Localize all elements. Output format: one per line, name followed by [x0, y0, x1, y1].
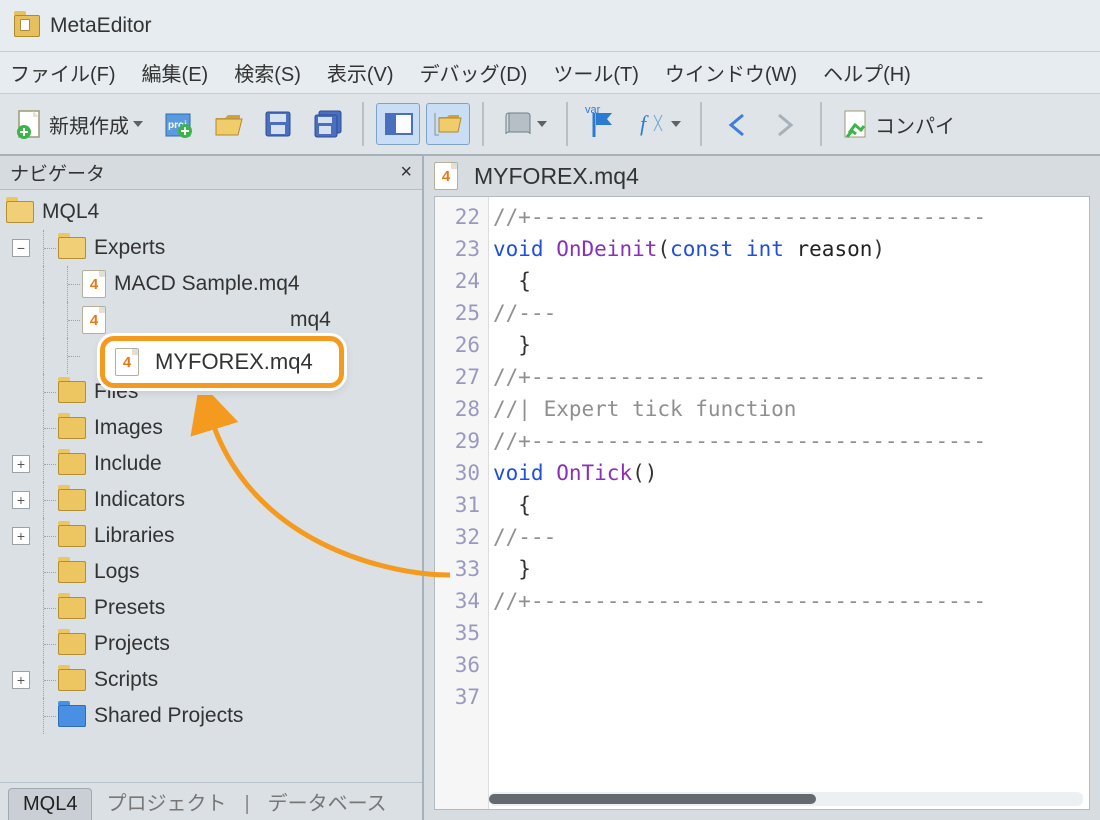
folder-icon [58, 381, 86, 403]
compile-label: コンパイ [875, 110, 955, 139]
folder-icon [58, 633, 86, 655]
toggle-files-button[interactable] [426, 103, 470, 145]
help-book-button[interactable] [496, 103, 554, 145]
collapse-icon[interactable]: − [12, 239, 30, 257]
menu-tools[interactable]: ツール(T) [553, 58, 639, 87]
folder-icon [58, 669, 86, 691]
save-button[interactable] [256, 103, 300, 145]
menubar: ファイル(F) 編集(E) 検索(S) 表示(V) デバッグ(D) ツール(T)… [0, 52, 1100, 94]
tab-mql4[interactable]: MQL4 [8, 788, 92, 820]
tab-database[interactable]: データベース [254, 783, 401, 820]
navigator-bottom-tabs: MQL4 プロジェクト | データベース [0, 782, 422, 820]
mq4-file-icon: 4 [82, 306, 106, 334]
menu-view[interactable]: 表示(V) [327, 58, 394, 87]
tree-folder-indicators[interactable]: + Indicators [6, 482, 418, 518]
code-editor[interactable]: 22232425262728293031323334353637 //+----… [434, 196, 1090, 810]
callout-label: MYFOREX.mq4 [155, 349, 313, 375]
folder-icon [58, 561, 86, 583]
menu-file[interactable]: ファイル(F) [10, 58, 116, 87]
expand-icon[interactable]: + [12, 491, 30, 509]
navigator-close-icon[interactable]: × [400, 161, 412, 184]
editor-file-tab[interactable]: 4 MYFOREX.mq4 [434, 162, 639, 190]
tree-folder-include[interactable]: + Include [6, 446, 418, 482]
expand-icon[interactable]: + [12, 455, 30, 473]
editor-area: 4 MYFOREX.mq4 22232425262728293031323334… [424, 156, 1100, 820]
toolbar-separator [362, 102, 364, 146]
navigator-title: ナビゲータ [10, 159, 105, 186]
toolbar-separator [700, 102, 702, 146]
expand-icon[interactable]: + [12, 527, 30, 545]
new-label: 新規作成 [49, 110, 129, 139]
tree-folder-presets[interactable]: Presets [6, 590, 418, 626]
callout-highlight: 4 MYFOREX.mq4 [100, 336, 344, 388]
menu-help[interactable]: ヘルプ(H) [823, 58, 911, 87]
tree-folder-libraries[interactable]: + Libraries [6, 518, 418, 554]
toggle-navigator-button[interactable] [376, 103, 420, 145]
tree-folder-scripts[interactable]: + Scripts [6, 662, 418, 698]
folder-icon [58, 705, 86, 727]
navigator-panel: ナビゲータ × MQL4 − Experts 4 MACD Sample.mq4 [0, 156, 424, 820]
save-all-button[interactable] [306, 103, 350, 145]
toolbar-separator [820, 102, 822, 146]
tree-root[interactable]: MQL4 [6, 194, 418, 230]
mq4-file-icon: 4 [434, 162, 458, 190]
horizontal-scrollbar[interactable] [489, 792, 1083, 806]
tree-folder-images[interactable]: Images [6, 410, 418, 446]
app-icon [14, 15, 40, 37]
tree-folder-projects[interactable]: Projects [6, 626, 418, 662]
editor-tab-label: MYFOREX.mq4 [474, 163, 639, 190]
toolbar: 新規作成 var コンパイ [0, 94, 1100, 156]
open-button[interactable] [206, 103, 250, 145]
nav-forward-button[interactable] [764, 103, 808, 145]
new-project-button[interactable] [156, 103, 200, 145]
menu-search[interactable]: 検索(S) [234, 58, 301, 87]
tab-projects[interactable]: プロジェクト [92, 783, 240, 820]
folder-icon [58, 237, 86, 259]
compile-button[interactable]: コンパイ [834, 103, 962, 145]
var-flag-button[interactable]: var [580, 103, 624, 145]
scrollbar-thumb[interactable] [489, 794, 816, 804]
menu-edit[interactable]: 編集(E) [142, 58, 209, 87]
function-button[interactable] [630, 103, 688, 145]
folder-icon [58, 453, 86, 475]
toolbar-separator [566, 102, 568, 146]
expand-icon[interactable]: + [12, 671, 30, 689]
code-content[interactable]: //+------------------------------------v… [489, 197, 1089, 809]
folder-icon [6, 201, 34, 223]
new-file-button[interactable]: 新規作成 [8, 103, 150, 145]
line-number-gutter: 22232425262728293031323334353637 [435, 197, 489, 809]
folder-icon [58, 417, 86, 439]
folder-icon [58, 597, 86, 619]
tree-experts[interactable]: − Experts [6, 230, 418, 266]
titlebar: MetaEditor [0, 0, 1100, 52]
menu-debug[interactable]: デバッグ(D) [420, 58, 528, 87]
tree-file-moving[interactable]: 4 mq4 [6, 302, 418, 338]
navigator-tree: MQL4 − Experts 4 MACD Sample.mq4 4 mq4 [0, 190, 422, 782]
menu-window[interactable]: ウインドウ(W) [665, 58, 797, 87]
nav-back-button[interactable] [714, 103, 758, 145]
folder-icon [58, 489, 86, 511]
folder-icon [58, 525, 86, 547]
app-title: MetaEditor [50, 14, 152, 38]
tree-folder-logs[interactable]: Logs [6, 554, 418, 590]
navigator-header: ナビゲータ × [0, 156, 422, 190]
mq4-file-icon: 4 [82, 270, 106, 298]
tree-folder-shared[interactable]: Shared Projects [6, 698, 418, 734]
toolbar-separator [482, 102, 484, 146]
tree-file-macd[interactable]: 4 MACD Sample.mq4 [6, 266, 418, 302]
mq4-file-icon: 4 [115, 348, 139, 376]
